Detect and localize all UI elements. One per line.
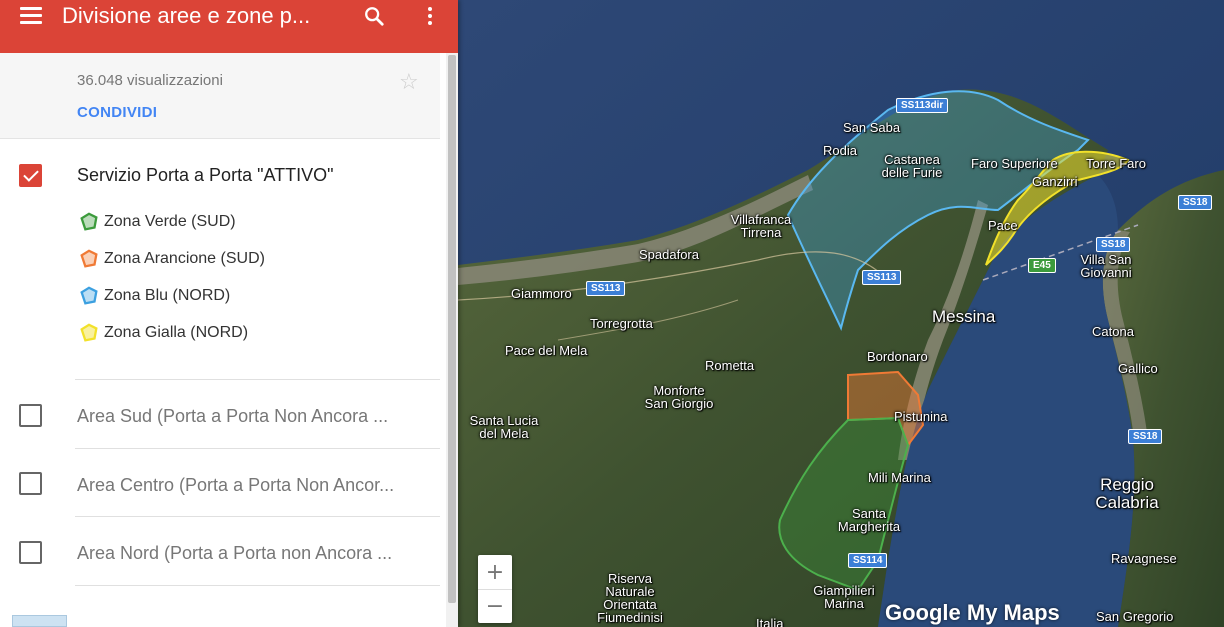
layer-checkbox[interactable] [19,404,42,427]
divider [75,516,440,517]
polygon-icon [80,323,98,342]
map-label: San Saba [843,120,901,135]
map-title: Divisione aree e zone p... [62,2,311,28]
map-label: Pace del Mela [505,343,588,358]
side-panel: Divisione aree e zone p... 36.048 visual… [0,0,458,627]
map-label: Villa San Giovanni [1080,252,1132,280]
map-label: San Gregorio [1096,609,1174,624]
map-info: 36.048 visualizzazioni CONDIVIDI ☆ [0,53,440,139]
map-label: Giammoro [511,286,572,301]
map-label: Villafranca Tirrena [730,212,792,240]
map-label: Reggio Calabria [1095,475,1159,512]
layer-title[interactable]: Area Sud (Porta a Porta Non Ancora ... [77,406,388,427]
map-label: Messina [932,307,996,326]
polygon-icon [80,212,98,231]
map-label: Torre Faro [1086,156,1146,171]
map-label: Santa Margherita [837,506,901,534]
map-label: Bordonaro [867,349,928,364]
polygon-icon [80,249,98,268]
map-label: Ravagnese [1111,551,1177,566]
layer-title[interactable]: Area Centro (Porta a Porta Non Ancor... [77,475,394,496]
layer-title[interactable]: Area Nord (Porta a Porta non Ancora ... [77,543,392,564]
road-badge-ss18: SS18 [1096,237,1131,252]
divider [75,448,440,449]
search-icon[interactable] [346,0,402,42]
map-label: Giampilieri Marina [813,583,875,611]
map-label: Riserva Naturale Orientata Fiumedinisi [597,571,663,625]
road-badge-ss113: SS113 [862,270,902,285]
zoom-out-button[interactable]: − [478,589,512,623]
legend-label: Zona Arancione (SUD) [104,250,265,267]
scrollbar-thumb[interactable] [448,55,456,603]
map-label: Rometta [705,358,755,373]
map-label: Rodia [823,143,857,158]
map-label: Mili Marina [868,470,931,485]
layer-checkbox[interactable] [19,472,42,495]
map-label: Italia [756,616,784,627]
map-thumbnail[interactable] [12,615,67,627]
road-badge-ss114: SS114 [848,553,888,568]
legend-label: Zona Gialla (NORD) [104,324,249,341]
map-label: Ganzirri [1032,174,1078,189]
zoom-in-button[interactable]: + [478,555,512,589]
google-my-maps-logo: Google My Maps [885,600,1060,625]
legend-item-zona-arancione[interactable]: Zona Arancione (SUD) [78,248,265,270]
divider [75,585,440,586]
legend-label: Zona Verde (SUD) [104,213,236,230]
road-badge-ss113: SS113 [586,281,626,296]
hamburger-menu-icon[interactable] [0,0,62,42]
more-vert-icon[interactable] [402,0,458,42]
map-label: Monforte San Giorgio [644,383,714,411]
layer-title[interactable]: Servizio Porta a Porta "ATTIVO" [77,165,334,186]
map-label: Catona [1092,324,1134,339]
legend-item-zona-blu[interactable]: Zona Blu (NORD) [78,285,230,307]
map-label: Torregrotta [590,316,653,331]
view-count: 36.048 visualizzazioni [77,72,223,89]
layer-checkbox[interactable] [19,541,42,564]
map-label: Gallico [1118,361,1158,376]
legend-item-zona-gialla[interactable]: Zona Gialla (NORD) [78,322,248,344]
divider [75,379,440,380]
map-label: Pace [988,218,1018,233]
zoom-control: + − [478,555,512,623]
map-label: Santa Lucia del Mela [469,413,539,441]
legend-label: Zona Blu (NORD) [104,287,231,304]
map-canvas[interactable]: SS113dir SS113 SS113 SS18 SS18 SS18 E45 … [458,0,1224,627]
share-button[interactable]: CONDIVIDI [77,104,157,121]
legend-item-zona-verde[interactable]: Zona Verde (SUD) [78,211,236,233]
star-outline-icon[interactable]: ☆ [399,70,419,95]
panel-header: Divisione aree e zone p... [0,0,458,53]
map-label: Spadafora [639,247,699,262]
polygon-icon [80,286,98,305]
road-badge-ss113dir: SS113dir [896,98,949,113]
map-label: Castanea delle Furie [881,152,943,180]
road-badge-ss18: SS18 [1178,195,1213,210]
map-label: Faro Superiore [971,156,1058,171]
panel-scrollbar[interactable] [446,53,458,627]
road-badge-e45: E45 [1028,258,1056,273]
road-badge-ss18: SS18 [1128,429,1163,444]
map-label: Pistunina [894,409,948,424]
layer-checkbox[interactable] [19,164,42,187]
